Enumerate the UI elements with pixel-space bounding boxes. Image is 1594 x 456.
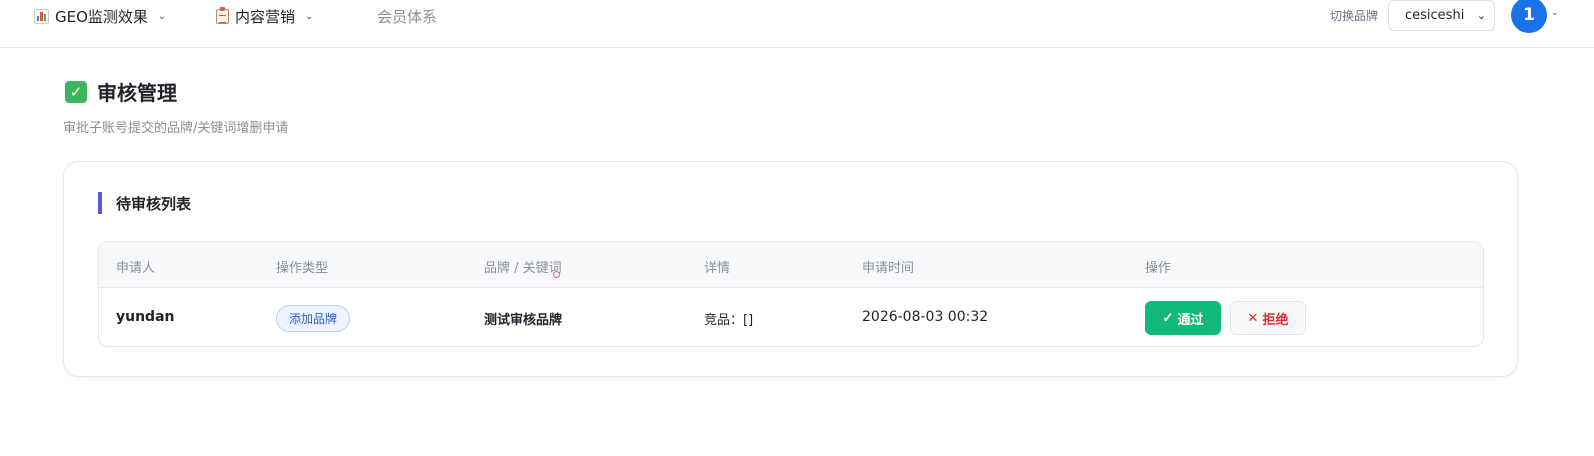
- chevron-down-icon: ⌄: [305, 10, 314, 22]
- page-subtitle: 审批子账号提交的品牌/关键词增删申请: [63, 121, 289, 136]
- cell-time: 2026-08-03 00:32: [862, 309, 989, 325]
- approve-button-label: 通过: [1177, 311, 1204, 327]
- column-header-detail: 详情: [704, 261, 731, 276]
- reject-button-label: 拒绝: [1262, 312, 1289, 328]
- bar-chart-icon: [34, 8, 49, 24]
- brand-switch-label: 切换品牌: [1330, 9, 1379, 23]
- reject-button[interactable]: ✕ 拒绝: [1230, 301, 1306, 335]
- top-nav-bar: GEO监测效果 ⌄ 内容营销 ⌄ 会员体系 切换品牌 cesiceshi ⌄ 1…: [0, 0, 1594, 48]
- column-header-brand-keyword: 品牌 / 关键词: [484, 261, 562, 276]
- nav-item-label: GEO监测效果: [55, 7, 148, 26]
- cell-target: 测试审核品牌: [484, 313, 563, 328]
- nav-item-content-marketing[interactable]: 内容营销 ⌄: [216, 0, 313, 32]
- brand-select[interactable]: cesiceshi ⌄: [1388, 0, 1495, 31]
- brand-select-value: cesiceshi: [1405, 8, 1465, 23]
- table-row: yundan 添加品牌 测试审核品牌 竞品：[] 2026-08-03 00:3…: [99, 288, 1483, 346]
- action-type-tag: 添加品牌: [276, 305, 351, 332]
- user-avatar[interactable]: 1: [1511, 0, 1547, 33]
- pending-review-card: 待审核列表 申请人 操作类型 品牌 / 关键词 详情 申请时间 操作 yunda…: [63, 161, 1518, 377]
- chevron-down-icon: ⌄: [157, 10, 167, 22]
- column-header-applicant: 申请人: [116, 261, 156, 276]
- chevron-down-icon[interactable]: ⌄: [1551, 8, 1559, 18]
- approve-button[interactable]: ✓ 通过: [1145, 301, 1221, 335]
- column-header-action-type: 操作类型: [276, 261, 329, 276]
- section-title: 待审核列表: [98, 192, 191, 214]
- column-header-time: 申请时间: [862, 261, 915, 276]
- cell-applicant: yundan: [116, 309, 175, 325]
- cell-detail: 竞品：[]: [704, 313, 754, 328]
- mouse-cursor-indicator: [553, 271, 560, 278]
- close-icon: ✕: [1247, 310, 1259, 326]
- nav-item-geo-monitoring[interactable]: GEO监测效果 ⌄: [34, 0, 166, 32]
- pending-review-table: 申请人 操作类型 品牌 / 关键词 详情 申请时间 操作 yundan 添加品牌…: [98, 241, 1484, 347]
- check-icon: ✓: [1162, 310, 1174, 325]
- chevron-down-icon: ⌄: [1476, 9, 1486, 22]
- page-title: 审核管理: [97, 81, 177, 105]
- nav-item-label: 内容营销: [235, 7, 296, 26]
- page-title-row: ✓ 审核管理: [65, 77, 177, 106]
- nav-item-membership[interactable]: 会员体系: [377, 0, 437, 32]
- table-header: 申请人 操作类型 品牌 / 关键词 详情 申请时间 操作: [99, 242, 1483, 288]
- checkbox-checked-icon: ✓: [65, 80, 87, 103]
- column-header-actions: 操作: [1145, 261, 1172, 276]
- nav-item-label: 会员体系: [377, 7, 438, 26]
- clipboard-icon: [216, 6, 229, 24]
